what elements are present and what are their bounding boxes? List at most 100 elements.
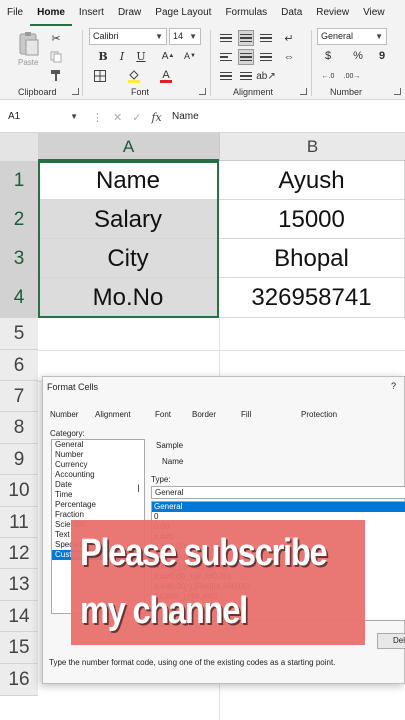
currency-icon[interactable]: $	[320, 48, 336, 64]
cell-b4[interactable]: 326958741	[219, 278, 405, 318]
row-header[interactable]: 5	[0, 318, 38, 350]
row-header[interactable]: 3	[0, 239, 38, 278]
row-header[interactable]: 1	[0, 161, 38, 200]
cancel-icon[interactable]: ✕	[113, 111, 122, 124]
column-header-row: A B	[0, 133, 405, 161]
ribbon-separator	[311, 30, 312, 96]
tab-view[interactable]: View	[356, 0, 392, 26]
row-header[interactable]: 12	[0, 538, 38, 569]
category-item[interactable]: General	[52, 440, 144, 450]
row-header[interactable]: 4	[0, 278, 38, 318]
align-top-icon[interactable]	[218, 30, 234, 46]
dialog-title: Format Cells	[47, 382, 99, 392]
increase-decimal-icon[interactable]: ←.0	[320, 68, 336, 84]
tab-home[interactable]: Home	[30, 0, 72, 26]
tab-insert[interactable]: Insert	[72, 0, 111, 26]
row-header[interactable]: 11	[0, 507, 38, 538]
italic-icon[interactable]: I	[114, 48, 130, 64]
chevron-down-icon: ▼	[189, 32, 197, 41]
increase-indent-icon[interactable]	[238, 68, 254, 84]
row-header[interactable]: 6	[0, 350, 38, 381]
tab-fill[interactable]: Fill	[241, 410, 251, 419]
ribbon-separator	[210, 30, 211, 96]
merge-center-icon[interactable]: ⇔	[281, 49, 297, 65]
formula-input[interactable]: Name	[172, 108, 199, 126]
cell-b1[interactable]: Ayush	[219, 161, 405, 200]
tab-formulas[interactable]: Formulas	[218, 0, 274, 26]
row-header[interactable]: 13	[0, 569, 38, 601]
row-header[interactable]: 15	[0, 632, 38, 664]
column-header-b[interactable]: B	[219, 133, 405, 161]
help-icon[interactable]: ?	[391, 381, 396, 391]
cell-b2[interactable]: 15000	[219, 200, 405, 239]
category-item[interactable]: Currency	[52, 460, 144, 470]
subscribe-text-line1: Please subscribe	[80, 532, 328, 574]
orientation-icon[interactable]: ab↗	[256, 68, 276, 84]
paste-icon[interactable]	[16, 30, 42, 58]
row-header[interactable]: 16	[0, 664, 38, 696]
name-box[interactable]: A1 ▼	[4, 108, 82, 126]
enter-icon[interactable]: ✓	[132, 111, 141, 124]
format-painter-icon[interactable]	[48, 67, 64, 83]
align-right-icon[interactable]	[258, 49, 274, 65]
alignment-launcher-icon[interactable]	[300, 88, 307, 95]
align-middle-icon[interactable]	[238, 30, 254, 46]
decrease-indent-icon[interactable]	[218, 68, 234, 84]
category-item[interactable]: Time	[52, 490, 144, 500]
insert-function-icon[interactable]: fx	[151, 111, 161, 124]
row-header[interactable]: 14	[0, 601, 38, 632]
wrap-text-icon[interactable]: ↵	[281, 30, 297, 46]
cut-icon[interactable]: ✂	[48, 30, 64, 46]
shrink-font-icon[interactable]: A ▼	[182, 48, 198, 64]
comma-style-icon[interactable]: 9	[374, 48, 390, 64]
category-item[interactable]: Number	[52, 450, 144, 460]
decrease-decimal-icon[interactable]: .00→	[344, 68, 361, 84]
tab-data[interactable]: Data	[274, 0, 309, 26]
underline-icon[interactable]: U	[133, 48, 149, 64]
align-bottom-icon[interactable]	[258, 30, 274, 46]
percent-icon[interactable]: %	[350, 48, 366, 64]
text-cursor-icon: I	[137, 483, 141, 495]
number-format-dropdown[interactable]: General ▼	[317, 28, 387, 45]
type-input[interactable]: General	[151, 486, 405, 499]
row-header[interactable]: 2	[0, 200, 38, 239]
tab-font[interactable]: Font	[155, 410, 171, 419]
align-left-icon[interactable]	[218, 49, 234, 65]
tab-draw[interactable]: Draw	[111, 0, 148, 26]
clipboard-launcher-icon[interactable]	[72, 88, 79, 95]
chevron-down-icon: ▼	[375, 32, 383, 41]
tab-alignment[interactable]: Alignment	[95, 410, 131, 419]
font-launcher-icon[interactable]	[199, 88, 206, 95]
font-name-dropdown[interactable]: Calibri ▼	[89, 28, 167, 45]
ribbon-separator	[82, 30, 83, 96]
category-item[interactable]: Accounting	[52, 470, 144, 480]
row-header[interactable]: 8	[0, 412, 38, 444]
gridline	[38, 350, 405, 351]
format-item-selected[interactable]: General	[152, 502, 405, 512]
cell-b3[interactable]: Bhopal	[219, 239, 405, 278]
tab-border[interactable]: Border	[192, 410, 216, 419]
bold-icon[interactable]: B	[95, 48, 111, 64]
tab-page-layout[interactable]: Page Layout	[148, 0, 218, 26]
row-header[interactable]: 10	[0, 475, 38, 507]
tab-protection[interactable]: Protection	[301, 410, 337, 419]
fill-color-icon[interactable]	[126, 68, 142, 84]
category-item[interactable]: Percentage	[52, 500, 144, 510]
select-all-corner[interactable]	[0, 133, 38, 161]
category-item[interactable]: Date	[52, 480, 144, 490]
copy-icon[interactable]	[48, 49, 64, 65]
tab-review[interactable]: Review	[309, 0, 356, 26]
borders-icon[interactable]	[92, 68, 108, 84]
font-size-dropdown[interactable]: 14 ▼	[169, 28, 201, 45]
row-header[interactable]: 7	[0, 381, 38, 412]
align-center-icon[interactable]	[238, 49, 254, 65]
column-header-a[interactable]: A	[38, 133, 219, 161]
number-launcher-icon[interactable]	[394, 88, 401, 95]
tab-file[interactable]: File	[0, 0, 30, 26]
font-color-icon[interactable]: A	[158, 68, 174, 84]
row-header[interactable]: 9	[0, 444, 38, 475]
delete-button[interactable]: Delete	[377, 633, 405, 649]
grow-font-icon[interactable]: A ▲	[160, 48, 176, 64]
tab-number[interactable]: Number	[50, 410, 78, 419]
category-item[interactable]: Fraction	[52, 510, 144, 520]
